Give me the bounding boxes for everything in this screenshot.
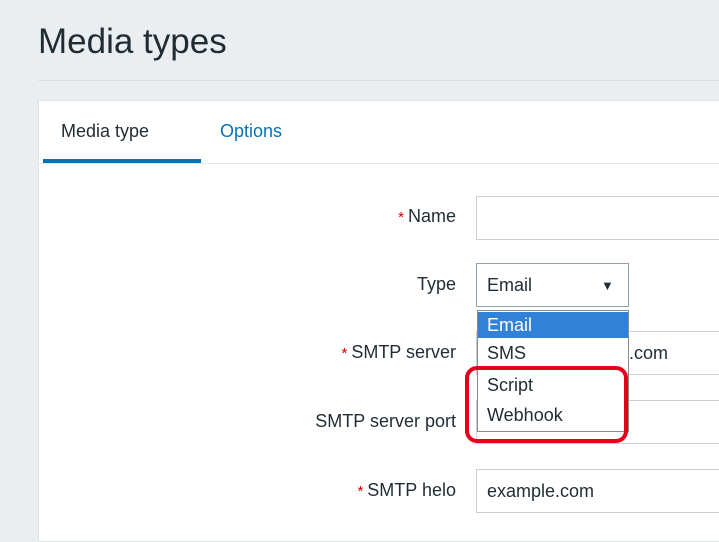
- tab-options[interactable]: Options: [220, 121, 282, 142]
- required-marker: *: [357, 483, 364, 500]
- smtp-server-label: * SMTP server: [341, 342, 456, 363]
- name-label: * Name: [398, 206, 456, 227]
- type-select-value: Email: [487, 275, 533, 295]
- caret-down-icon: ▼: [601, 278, 614, 293]
- smtp-helo-input[interactable]: example.com: [476, 469, 719, 513]
- smtp-server-label-text: SMTP server: [351, 342, 456, 362]
- page-title: Media types: [38, 22, 227, 61]
- smtp-helo-label-text: SMTP helo: [367, 480, 456, 500]
- smtp-helo-label: * SMTP helo: [357, 480, 456, 501]
- type-label: Type: [416, 274, 456, 294]
- name-label-text: Name: [407, 206, 456, 226]
- required-marker: *: [398, 209, 404, 226]
- dropdown-option-email[interactable]: Email: [478, 312, 628, 338]
- name-input[interactable]: [476, 196, 719, 240]
- title-divider: [38, 80, 719, 81]
- tab-bar: Media type Options: [39, 101, 719, 164]
- required-marker: *: [341, 345, 348, 362]
- smtp-port-label: SMTP server port: [315, 411, 456, 431]
- active-tab-indicator: [43, 159, 201, 163]
- tab-media-type[interactable]: Media type: [61, 121, 149, 142]
- type-select[interactable]: Email ▼: [476, 263, 629, 307]
- dropdown-option-sms[interactable]: SMS: [478, 340, 628, 366]
- annotation-highlight-box: [465, 366, 628, 443]
